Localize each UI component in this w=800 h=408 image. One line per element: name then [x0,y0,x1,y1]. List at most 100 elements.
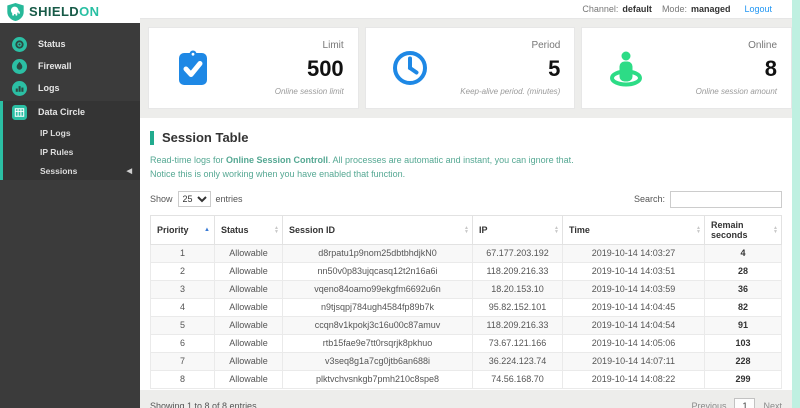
card-label: Period [531,40,561,51]
sidebar-item-label: Status [38,39,66,49]
table-cell: Allowable [214,315,283,335]
sidebar-subitem-sessions[interactable]: Sessions ◀ [3,161,140,180]
table-cell: plktvchvsnkgb7pmh210c8spe8 [282,369,473,389]
table-cell: 2019-10-14 14:04:45 [562,297,705,317]
column-header-status[interactable]: Status ▲ ▼ [214,214,283,245]
table-row: 1 Allowable d8rpatu1p9nom25dbtbhdjkN0 67.17… [150,243,782,263]
search-control: Search: [633,190,782,208]
sidebar-item-status[interactable]: Status [0,33,140,55]
show-label: Show [150,194,173,205]
table-cell: 18.20.153.10 [472,279,563,299]
table-cell: 2019-10-14 14:03:59 [562,279,705,299]
description-line2: Notice this is only working when you hav… [150,168,406,179]
logo-on-text: ON [79,4,100,19]
description-prefix: Read-time logs for [150,155,227,165]
clipboard-check-icon [163,50,223,86]
table-info: Showing 1 to 8 of 8 entries [150,400,257,408]
table-cell: d8rpatu1p9nom25dbtbhdjkN0 [282,243,473,263]
table-cell: 118.209.216.33 [472,261,563,281]
table-cell: 2019-10-14 14:07:11 [562,351,705,371]
table-cell: 36 [704,279,782,299]
table-cell: 82 [704,297,782,317]
shieldon-logo-icon [7,2,24,21]
table-cell: 6 [150,333,215,353]
column-header-priority[interactable]: Priority ▲ [150,214,215,245]
sidebar-item-data-circle[interactable]: Data Circle [3,101,140,123]
table-row: 2 Allowable nn50v0p83ujqcasq12t2n16a6i 118.… [150,261,782,281]
table-cell: 2 [150,261,215,281]
table-cell: 73.67.121.166 [472,333,563,353]
table-cell: 299 [704,369,782,389]
logout-link[interactable]: Logout [744,4,772,14]
previous-button[interactable]: Previous [691,401,726,408]
table-cell: 3 [150,279,215,299]
sidebar-item-label: Firewall [38,61,72,71]
table-cell: Allowable [214,351,283,371]
topbar: Channel: default Mode: managed Logout [140,0,800,19]
card-value: 500 [306,56,344,81]
page-title: Session Table [162,130,249,145]
table-header-row: Priority ▲ Status ▲ ▼ Session ID ▲ ▼ IP ▲ ▼… [150,214,782,245]
status-icon [12,36,27,52]
search-input[interactable] [670,190,782,208]
pagination: Previous 1 Next [691,397,782,408]
card-label: Online [748,40,778,51]
column-header-session-id[interactable]: Session ID ▲ ▼ [282,214,473,245]
table-row: 4 Allowable n9tjsqpj784ugh4584fp89b7k 95.82… [150,297,782,317]
table-cell: 118.209.216.33 [472,315,563,335]
sidebar-subitem-label: Sessions [40,165,78,176]
data-circle-icon [12,104,27,120]
sidebar-subitem-ip-rules[interactable]: IP Rules [3,142,140,161]
sort-icons: ▲ ▼ [773,224,778,235]
table-cell: 228 [704,351,782,371]
column-header-remain-seconds[interactable]: Remain seconds ▲ ▼ [704,214,782,245]
table-cell: 5 [150,315,215,335]
description-bold: Online Session Controll [226,155,329,165]
search-label: Search: [633,194,665,205]
sort-icons: ▲ ▼ [464,224,469,235]
table-cell: 103 [704,333,782,353]
entries-select[interactable]: 25 [177,191,211,208]
table-cell: rtb15fae9e7tt0rsqrjk8pkhuo [282,333,473,353]
sidebar-group-data-circle: Data Circle IP Logs IP Rules Sessions ◀ [0,101,140,180]
table-cell: 7 [150,351,215,371]
table-cell: 28 [704,261,782,281]
firewall-icon [12,58,27,74]
sidebar-item-logs[interactable]: Logs [0,77,140,99]
scrollbar[interactable] [792,0,800,408]
page-1-button[interactable]: 1 [734,397,756,408]
active-item-arrow-icon: ◀ [126,167,132,175]
session-panel: Session Table Read-time logs for Online … [140,118,792,408]
table-cell: nn50v0p83ujqcasq12t2n16a6i [282,261,473,281]
table-cell: 4 [704,243,782,263]
sidebar-subitem-ip-logs[interactable]: IP Logs [3,123,140,142]
logo[interactable]: SHIELDON [0,0,140,23]
mode-value: managed [690,4,731,14]
next-button[interactable]: Next [763,401,782,408]
channel-value: default [622,4,652,14]
sort-icons: ▲ ▼ [554,224,559,235]
sidebar: SHIELDON Status Firewall Logs Data Circl… [0,0,140,408]
column-header-time[interactable]: Time ▲ ▼ [562,214,705,245]
sidebar-item-firewall[interactable]: Firewall [0,55,140,77]
table-cell: 36.224.123.74 [472,351,563,371]
table-cell: 2019-10-14 14:03:27 [562,243,705,263]
table-cell: Allowable [214,279,283,299]
panel-description: Read-time logs for Online Session Contro… [150,154,782,182]
table-cell: 95.82.152.101 [472,297,563,317]
table-cell: Allowable [214,243,283,263]
sidebar-item-label: Data Circle [38,107,86,117]
table-cell: ccqn8v1kpokj3c16u00c87amuv [282,315,473,335]
sidebar-item-label: Logs [38,83,60,93]
table-cell: 8 [150,369,215,389]
table-cell: Allowable [214,333,283,353]
card-caption: Online session amount [695,87,778,96]
card-caption: Online session limit [274,87,344,96]
logo-shield-text: SHIELD [29,4,80,19]
column-header-ip[interactable]: IP ▲ ▼ [472,214,563,245]
table-cell: 4 [150,297,215,317]
table-row: 8 Allowable plktvchvsnkgb7pmh210c8spe8 74.5… [150,369,782,389]
card-label: Limit [322,40,344,51]
description-suffix: . All processes are automatic and instan… [328,155,574,165]
card-caption: Keep-alive period. (minutes) [460,87,561,96]
